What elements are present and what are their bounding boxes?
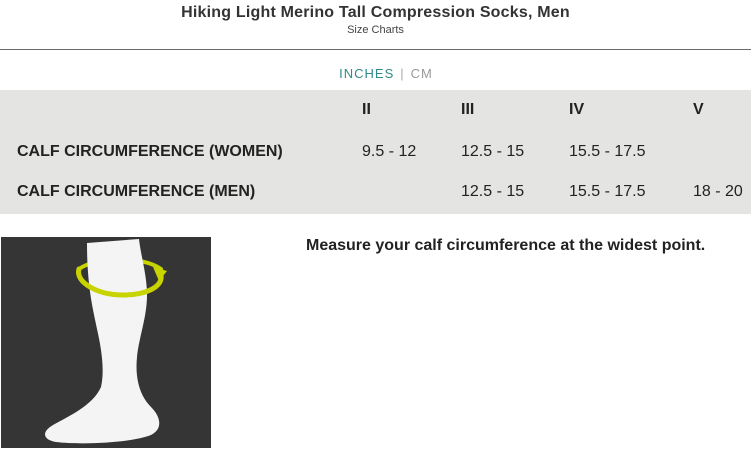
sock-calf-measure-icon	[45, 239, 167, 444]
table-cell: 15.5 - 17.5	[569, 143, 646, 160]
table-cell: 9.5 - 12	[362, 143, 417, 160]
row-label-women: CALF CIRCUMFERENCE (WOMEN)	[17, 143, 283, 160]
unit-inches-tab[interactable]: INCHES	[339, 66, 394, 81]
size-column-header: II	[362, 101, 371, 118]
page-header: Hiking Light Merino Tall Compression Soc…	[0, 0, 751, 50]
table-cell: 12.5 - 15	[461, 183, 525, 200]
size-column-header: III	[461, 101, 475, 118]
page-title: Hiking Light Merino Tall Compression Soc…	[181, 4, 570, 21]
unit-separator: |	[400, 66, 405, 81]
calf-measurement-illustration	[1, 237, 211, 448]
size-column-header: V	[693, 101, 704, 118]
size-column-header: IV	[569, 101, 585, 118]
table-cell: 12.5 - 15	[461, 143, 525, 160]
unit-cm-tab[interactable]: CM	[411, 66, 433, 81]
table-cell: 15.5 - 17.5	[569, 183, 646, 200]
unit-toggle: INCHES | CM	[0, 66, 751, 81]
row-label-men: CALF CIRCUMFERENCE (MEN)	[17, 183, 256, 200]
page-subtitle: Size Charts	[347, 24, 404, 36]
measure-instruction: Measure your calf circumference at the w…	[306, 237, 706, 254]
table-cell: 18 - 20	[693, 183, 743, 200]
